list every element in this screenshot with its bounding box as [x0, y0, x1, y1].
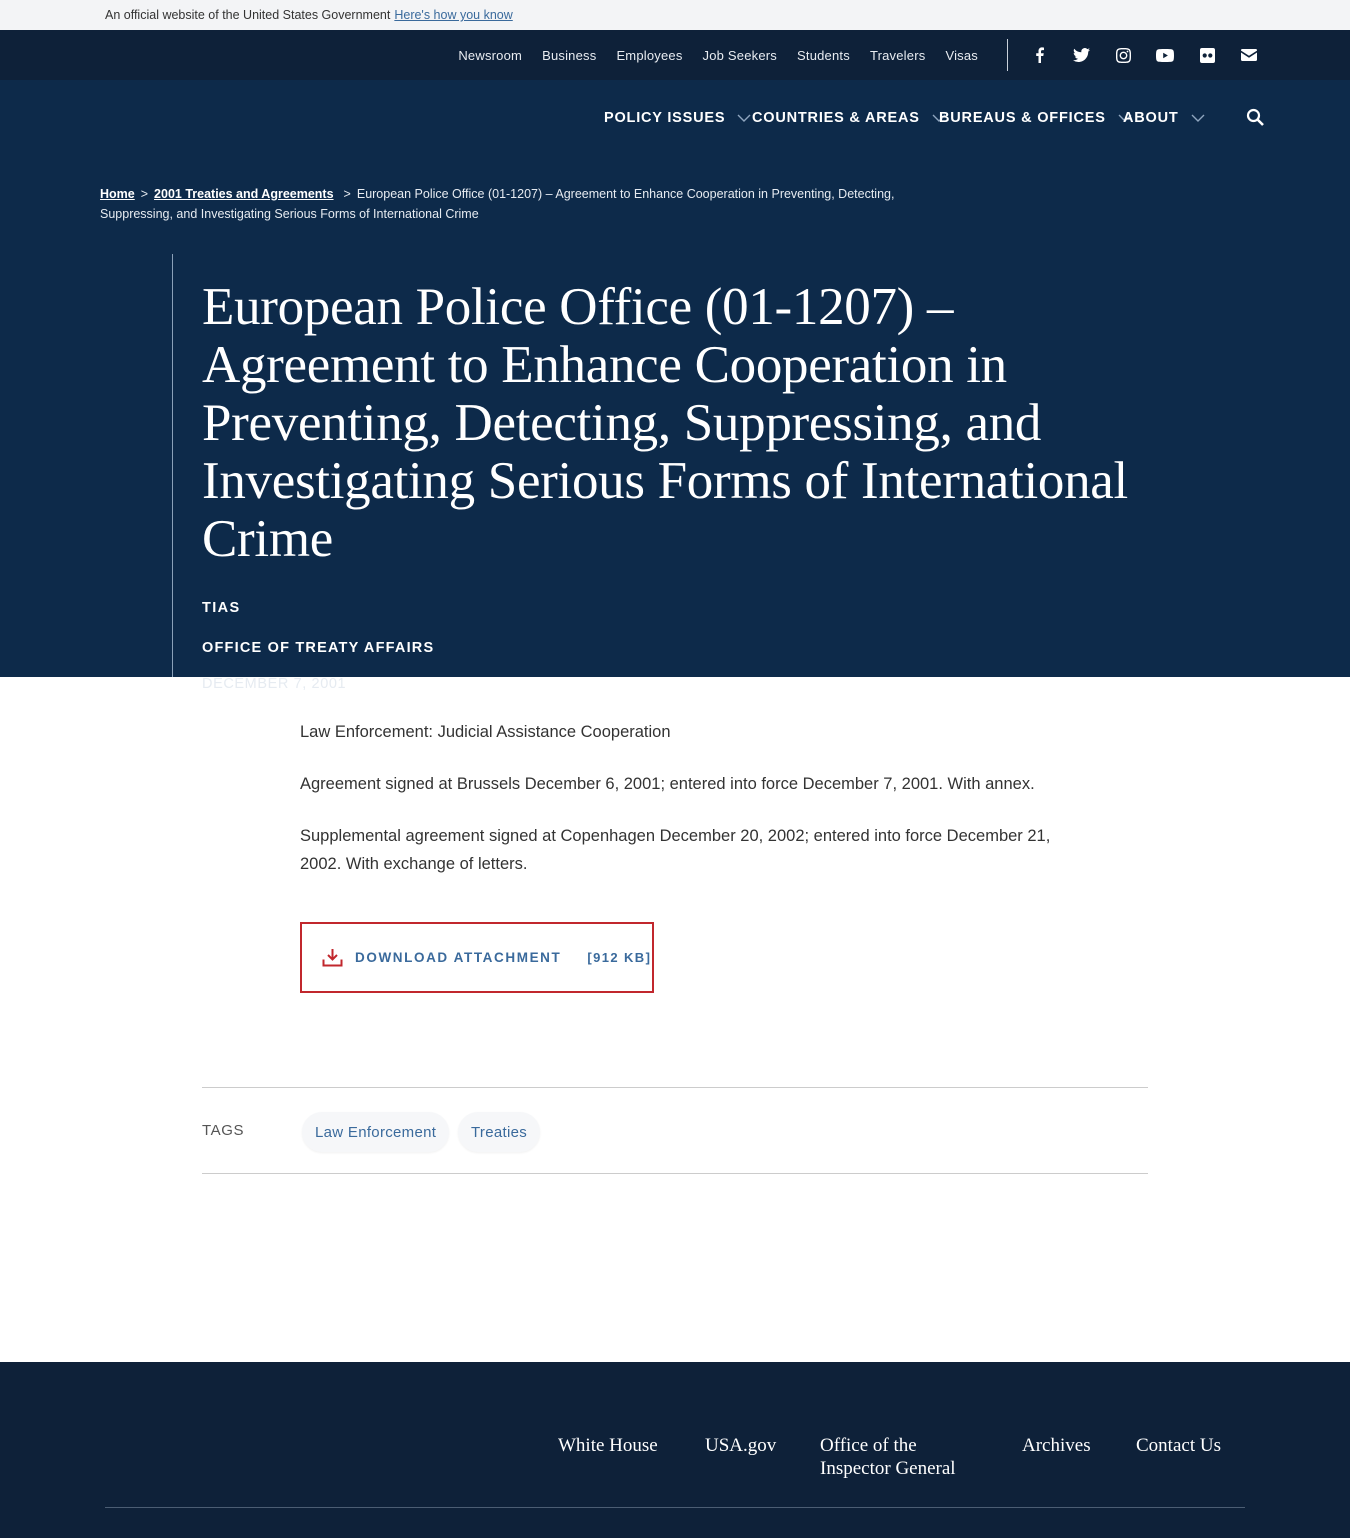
utility-link-newsroom[interactable]: Newsroom [458, 48, 522, 63]
nav-countries-areas[interactable]: COUNTRIES & AREAS [752, 110, 946, 126]
page-title: European Police Office (01-1207) – Agree… [202, 278, 1128, 568]
utility-link-visas[interactable]: Visas [945, 48, 978, 63]
footer: White House USA.gov Office of the Inspec… [0, 1362, 1350, 1538]
breadcrumb: Home >2001 Treaties and Agreements > Europe… [100, 184, 920, 224]
tags-section: TAGS Law Enforcement Treaties [202, 1087, 1148, 1174]
nav-bureaus-offices[interactable]: BUREAUS & OFFICES [939, 110, 1132, 126]
article-type: TIAS [202, 600, 241, 616]
utility-bar: Newsroom Business Employees Job Seekers … [0, 30, 1350, 80]
nav-policy-issues-label: POLICY ISSUES [604, 110, 726, 126]
facebook-icon[interactable] [1018, 47, 1060, 63]
twitter-icon[interactable] [1060, 48, 1102, 62]
chevron-down-icon [1191, 114, 1205, 122]
youtube-icon[interactable] [1144, 48, 1186, 62]
email-icon[interactable] [1228, 49, 1270, 61]
article-body: Law Enforcement: Judicial Assistance Coo… [300, 718, 1060, 902]
utility-links: Newsroom Business Employees Job Seekers … [448, 48, 988, 63]
utility-link-business[interactable]: Business [542, 48, 596, 63]
nav-about-label: ABOUT [1123, 110, 1179, 126]
title-block: European Police Office (01-1207) – Agree… [172, 254, 1192, 692]
tag-treaties[interactable]: Treaties [458, 1112, 541, 1152]
utility-link-employees[interactable]: Employees [616, 48, 682, 63]
article-office: OFFICE OF TREATY AFFAIRS [202, 640, 435, 656]
official-banner-text: An official website of the United States… [105, 8, 391, 22]
footer-link-contact-us[interactable]: Contact Us [1136, 1434, 1221, 1457]
tag-law-enforcement[interactable]: Law Enforcement [302, 1112, 450, 1152]
nav-countries-areas-label: COUNTRIES & AREAS [752, 110, 920, 126]
chevron-down-icon [737, 114, 751, 122]
nav-policy-issues[interactable]: POLICY ISSUES [604, 110, 751, 126]
footer-link-white-house[interactable]: White House [558, 1434, 658, 1457]
nav-bureaus-offices-label: BUREAUS & OFFICES [939, 110, 1106, 126]
download-attachment-button[interactable]: DOWNLOAD ATTACHMENT [912 KB] [300, 922, 654, 993]
breadcrumb-parent[interactable]: 2001 Treaties and Agreements [154, 187, 334, 201]
social-icons [1018, 47, 1270, 63]
main-nav: POLICY ISSUES COUNTRIES & AREAS BUREAUS … [0, 108, 1350, 132]
official-banner: An official website of the United States… [0, 0, 1350, 30]
article-date: DECEMBER 7, 2001 [202, 676, 347, 692]
heres-how-you-know-link[interactable]: Here's how you know [394, 8, 512, 22]
breadcrumb-separator: > [343, 187, 351, 201]
footer-divider [105, 1507, 1245, 1508]
footer-link-archives[interactable]: Archives [1022, 1434, 1091, 1457]
download-size: [912 KB] [587, 950, 652, 965]
flickr-icon[interactable] [1186, 47, 1228, 63]
footer-link-usa-gov[interactable]: USA.gov [705, 1434, 776, 1457]
search-icon [1246, 108, 1264, 126]
utility-link-travelers[interactable]: Travelers [870, 48, 926, 63]
nav-about[interactable]: ABOUT [1123, 110, 1205, 126]
download-icon [322, 949, 343, 967]
download-label: DOWNLOAD ATTACHMENT [355, 950, 562, 965]
search-button[interactable] [1246, 108, 1265, 132]
article-paragraph: Agreement signed at Brussels December 6,… [300, 775, 1035, 793]
utility-divider [1007, 39, 1008, 71]
utility-link-job-seekers[interactable]: Job Seekers [703, 48, 777, 63]
breadcrumb-home[interactable]: Home [100, 187, 135, 201]
footer-link-inspector-general[interactable]: Office of the Inspector General [820, 1434, 970, 1480]
article-paragraph: Law Enforcement: Judicial Assistance Coo… [300, 723, 671, 741]
article-paragraph: Supplemental agreement signed at Copenha… [300, 827, 1051, 873]
instagram-icon[interactable] [1102, 47, 1144, 63]
hero: POLICY ISSUES COUNTRIES & AREAS BUREAUS … [0, 80, 1350, 692]
breadcrumb-separator: > [140, 187, 149, 201]
utility-link-students[interactable]: Students [797, 48, 850, 63]
tags-label: TAGS [202, 1122, 245, 1139]
